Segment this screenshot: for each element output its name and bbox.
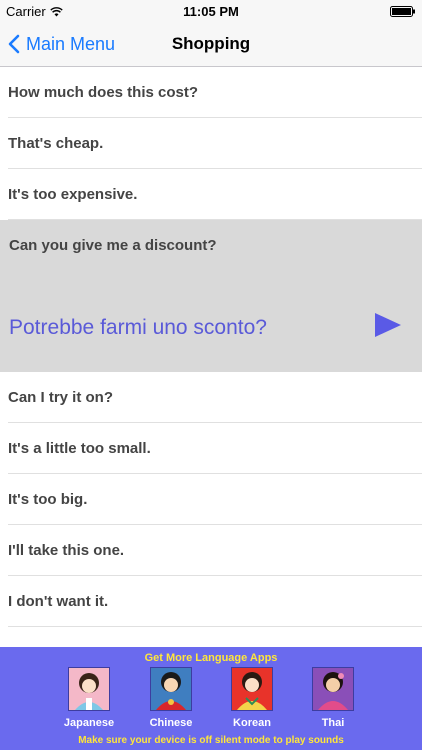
phrase-row[interactable]: I'll take this one. [8,525,422,576]
app-japanese[interactable]: Japanese [59,667,119,729]
phrase-row[interactable]: How much does this cost? [8,67,422,118]
silent-mode-notice: Make sure your device is off silent mode… [78,735,344,746]
phrase-row[interactable]: That's cheap. [8,118,422,169]
chevron-left-icon [8,34,20,54]
promo-banner: Get More Language Apps Japanese Chinese [0,647,422,750]
phrase-text: That's cheap. [8,134,104,152]
thai-app-icon [312,667,354,711]
phrase-text: It's a little too small. [8,439,151,457]
chinese-app-icon [150,667,192,711]
app-chinese[interactable]: Chinese [141,667,201,729]
app-label: Thai [321,717,345,729]
phrase-text: Can I try it on? [8,388,113,406]
status-bar: Carrier 11:05 PM [0,0,422,22]
phrase-text: It's too expensive. [8,185,138,203]
status-time: 11:05 PM [183,4,239,19]
phrase-text: It's too big. [8,490,88,508]
japanese-app-icon [68,667,110,711]
phrase-row-partial[interactable] [8,627,422,647]
phrase-text: I don't want it. [8,592,109,610]
phrase-list: How much does this cost? That's cheap. I… [0,67,422,647]
phrase-translation: Potrebbe farmi uno sconto? [9,316,267,339]
phrase-row[interactable]: It's too expensive. [8,169,422,220]
app-label: Chinese [149,717,193,729]
phrase-text: Can you give me a discount? [9,237,217,254]
app-label: Japanese [63,717,115,729]
phrase-row[interactable]: Can I try it on? [8,372,422,423]
play-icon[interactable] [374,312,402,338]
phrase-text: I'll take this one. [8,541,125,559]
phrase-row-expanded[interactable]: Can you give me a discount? Potrebbe far… [0,220,422,372]
app-thai[interactable]: Thai [303,667,363,729]
korean-app-icon [231,667,273,711]
app-korean[interactable]: Korean [222,667,282,729]
navigation-bar: Main Menu Shopping [0,22,422,67]
phrase-text: How much does this cost? [8,83,199,101]
back-button[interactable]: Main Menu [8,22,115,66]
phrase-row[interactable]: It's too big. [8,474,422,525]
back-button-label: Main Menu [26,33,116,54]
phrase-row[interactable]: It's a little too small. [8,423,422,474]
phrase-row[interactable]: I don't want it. [8,576,422,627]
battery-icon [390,6,415,17]
promo-title: Get More Language Apps [144,652,278,664]
app-label: Korean [233,717,271,729]
